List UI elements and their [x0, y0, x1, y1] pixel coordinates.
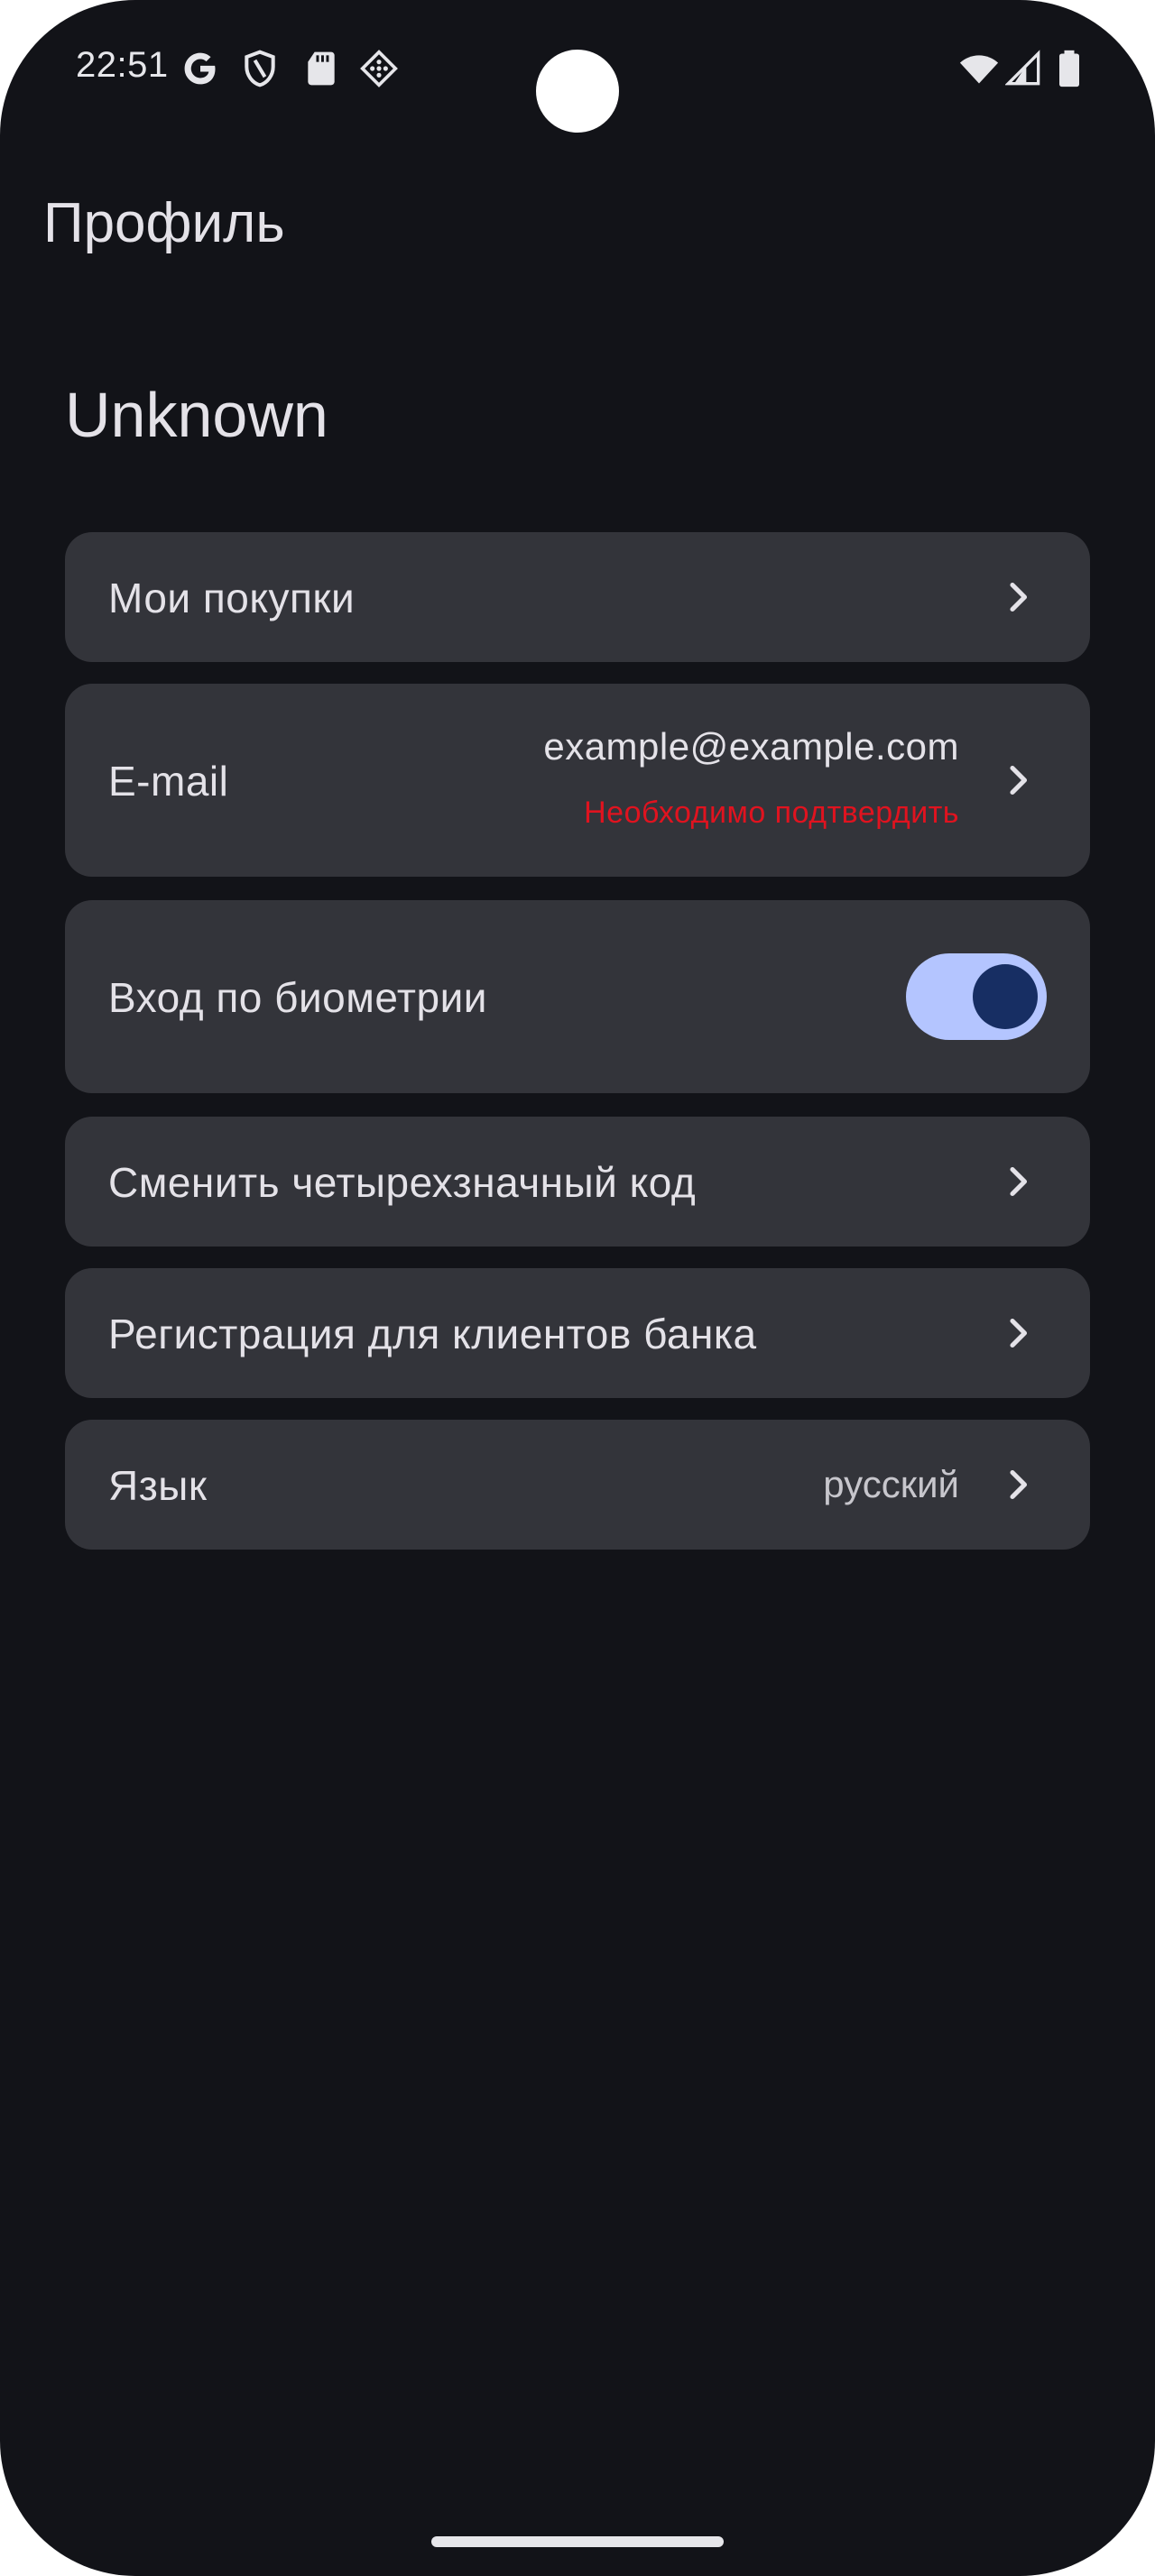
home-indicator[interactable]: [431, 2536, 724, 2547]
chevron-right-icon: [1010, 1166, 1028, 1197]
biometrics-label: Вход по биометрии: [108, 974, 487, 1021]
bank-registration-item[interactable]: Регистрация для клиентов банка: [65, 1268, 1090, 1398]
change-code-label: Сменить четырехзначный код: [108, 1159, 697, 1206]
purchases-label: Мои покупки: [108, 575, 356, 621]
status-bar: 22:51: [0, 0, 1155, 144]
language-value: русский: [823, 1463, 959, 1505]
battery-icon: [1059, 50, 1079, 87]
biometrics-toggle[interactable]: [906, 953, 1047, 1040]
change-code-item[interactable]: Сменить четырехзначный код: [65, 1117, 1090, 1247]
phone-screen: 22:51 Профиль Unknown Мои покупки E-mail…: [0, 0, 1155, 2576]
chevron-right-icon: [1010, 765, 1028, 796]
google-icon: [184, 52, 216, 85]
sd-card-icon: [308, 51, 335, 86]
camera-cutout: [536, 50, 619, 133]
signal-icon: [1005, 50, 1040, 86]
purchases-item[interactable]: Мои покупки: [65, 532, 1090, 662]
chevron-right-icon: [1010, 1318, 1028, 1348]
language-item[interactable]: Язык русский: [65, 1420, 1090, 1550]
chevron-right-icon: [1010, 1469, 1028, 1500]
wifi-icon: [959, 55, 999, 84]
email-item[interactable]: E-mail example@example.com Необходимо по…: [65, 684, 1090, 877]
profile-name: Unknown: [65, 380, 328, 450]
status-time: 22:51: [76, 45, 169, 85]
bank-registration-label: Регистрация для клиентов банка: [108, 1311, 757, 1357]
email-verification-status: Необходимо подтвердить: [584, 796, 959, 830]
shield-icon: [245, 50, 275, 87]
biometrics-item: Вход по биометрии: [65, 900, 1090, 1093]
toggle-thumb: [973, 964, 1038, 1029]
email-label: E-mail: [108, 758, 229, 805]
language-label: Язык: [108, 1462, 208, 1509]
page-title: Профиль: [43, 192, 285, 254]
email-value: example@example.com: [543, 725, 959, 768]
dice-icon: [360, 50, 398, 87]
chevron-right-icon: [1010, 582, 1028, 612]
